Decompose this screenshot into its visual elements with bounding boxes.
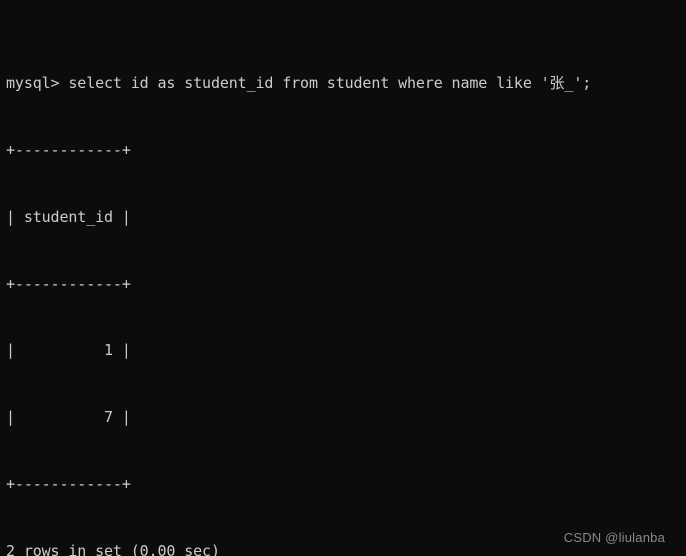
table-data-row: | 1 |: [6, 341, 131, 360]
watermark: CSDN @liulanba: [563, 530, 665, 545]
terminal-line: mysql> select id as student_id from stud…: [6, 73, 592, 92]
terminal-output[interactable]: mysql> select id as student_id from stud…: [6, 5, 686, 556]
table-border-mid: +------------+: [6, 274, 131, 293]
table-border-top: +------------+: [6, 140, 131, 159]
table-header-row: | student_id |: [6, 207, 131, 226]
table-data-row: | 7 |: [6, 408, 131, 427]
table-border-bottom: +------------+: [6, 475, 131, 494]
terminal-window[interactable]: mysql> select id as student_id from stud…: [0, 0, 686, 556]
